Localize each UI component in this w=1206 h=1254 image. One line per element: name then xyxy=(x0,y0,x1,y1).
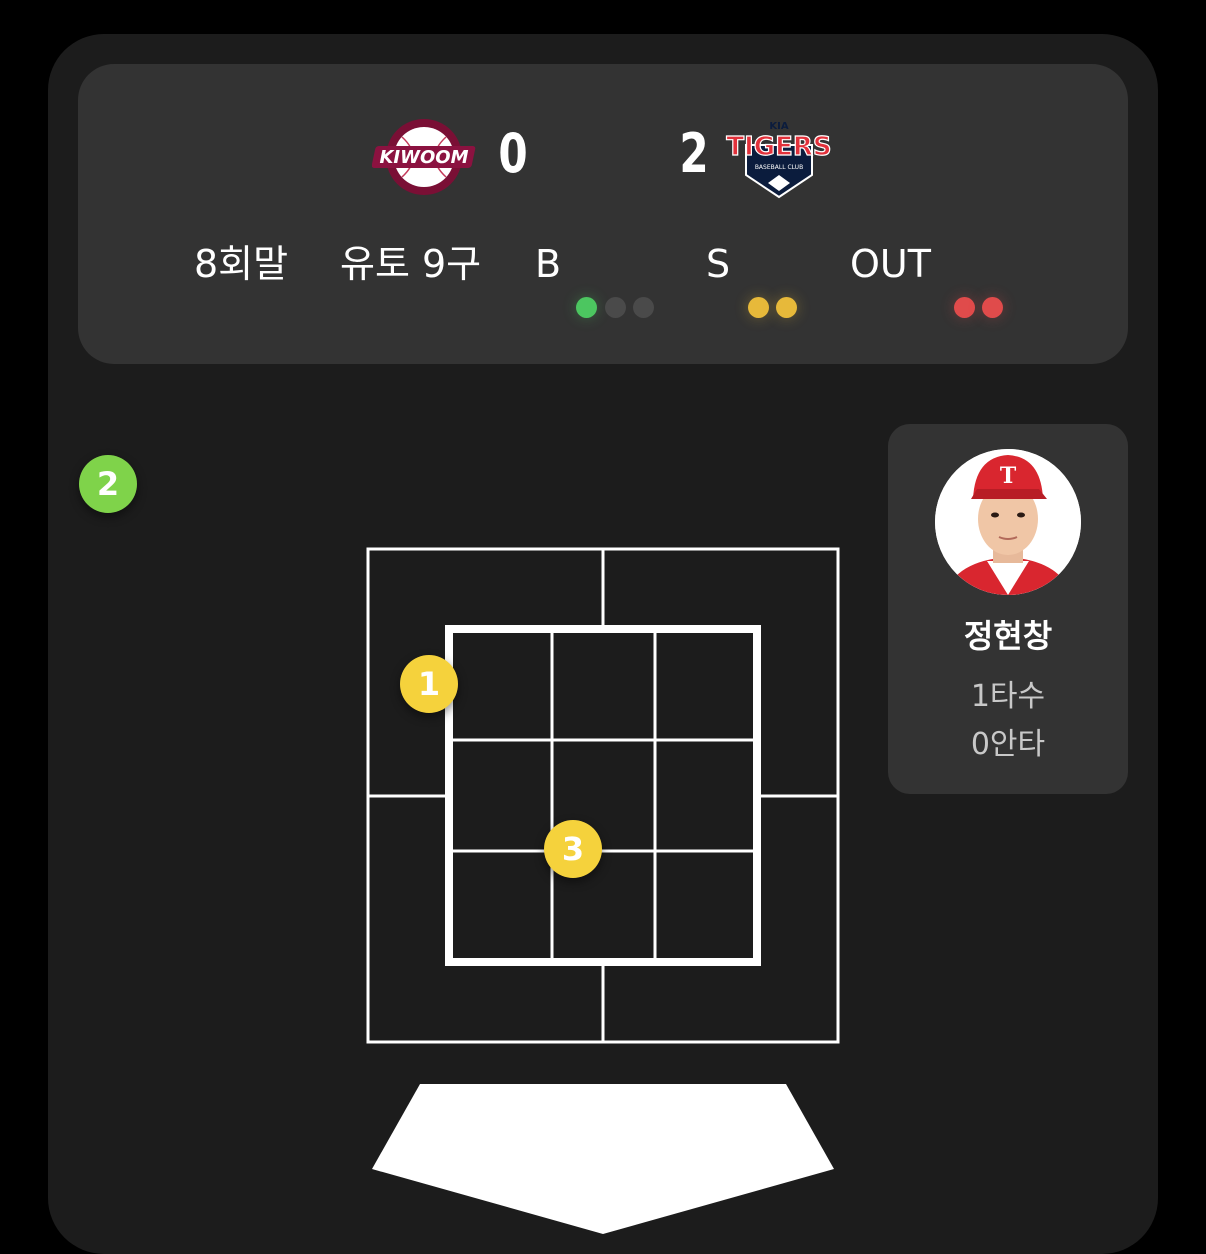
player-name: 정현창 xyxy=(963,617,1053,655)
batter-card[interactable]: T 정현창 1타수 0안타 xyxy=(888,424,1128,794)
pitch-tracker-card: KIWOOM 0 2 KIA TIGERS BASEBALL CLUB 8회말 … xyxy=(48,34,1158,1254)
pitch-marker-3[interactable]: 3 xyxy=(544,820,602,878)
pitch-marker-1[interactable]: 1 xyxy=(400,655,458,713)
inner-zone-border xyxy=(445,625,761,966)
player-hits: 0안타 xyxy=(970,727,1046,762)
player-photo-icon: T xyxy=(935,449,1081,595)
player-avatar: T xyxy=(935,449,1081,595)
pitch-marker-2[interactable]: 2 xyxy=(79,455,137,513)
svg-text:T: T xyxy=(1000,463,1017,489)
home-plate xyxy=(372,1084,834,1234)
player-at-bats: 1타수 xyxy=(970,679,1046,714)
